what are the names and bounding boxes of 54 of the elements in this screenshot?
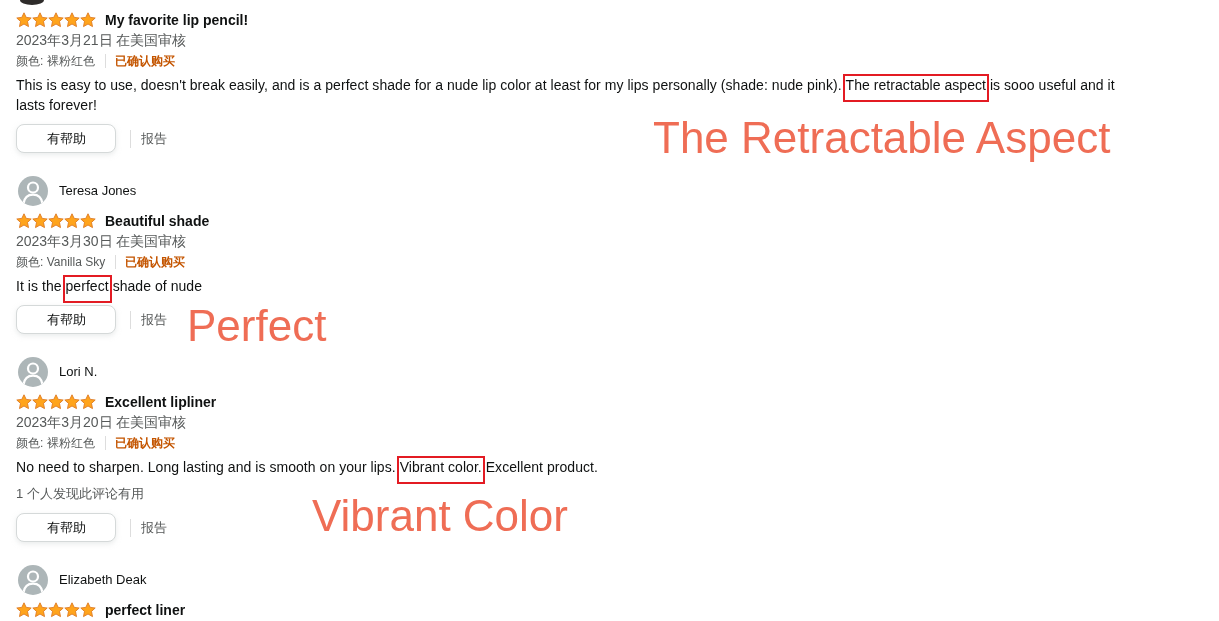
star-icon	[48, 602, 64, 618]
star-icon	[16, 12, 32, 28]
highlighted-phrase: The retractable aspect	[842, 74, 989, 102]
star-icon	[16, 602, 32, 618]
avatar-icon	[18, 565, 48, 595]
review-title: perfect liner	[105, 601, 186, 619]
avatar-icon	[18, 357, 48, 387]
star-icon	[64, 12, 80, 28]
annotation-label: The Retractable Aspect	[653, 116, 1111, 160]
helpful-button[interactable]: 有帮助	[16, 124, 116, 153]
review-date: 2023年3月20日 在美国审核	[16, 413, 188, 432]
star-icon	[32, 602, 48, 618]
star-icon	[48, 12, 64, 28]
review-date: 2023年3月21日 在美国审核	[16, 31, 188, 50]
review-title: My favorite lip pencil!	[105, 11, 249, 29]
helpful-button[interactable]: 有帮助	[16, 305, 116, 334]
report-link[interactable]: 报告	[141, 129, 167, 148]
variant-label: 颜色: Vanilla Sky	[16, 254, 106, 271]
star-icon	[32, 394, 48, 410]
reviewer-name: Lori N.	[59, 363, 98, 381]
star-icon	[64, 213, 80, 229]
verified-purchase-label: 已确认购买	[114, 435, 175, 452]
reviewer-name: Teresa Jones	[59, 182, 137, 200]
star-icon	[32, 12, 48, 28]
verified-purchase-label: 已确认购买	[114, 53, 175, 70]
star-icon	[80, 602, 96, 618]
variant-label: 颜色: 裸粉红色	[16, 53, 95, 70]
star-icon	[48, 394, 64, 410]
annotation-label: Vibrant Color	[312, 494, 568, 538]
highlighted-phrase: Vibrant color.	[396, 456, 485, 484]
helpful-count: 1 个人发现此评论有用	[16, 485, 145, 503]
verified-purchase-label: 已确认购买	[125, 254, 186, 271]
review-text: This is easy to use, doesn't break easily, and is a perfect shade for a nude lip color at least for my lips personally (shade: nude pink). The retractable aspect is sooo useful and it lasts forever!	[16, 75, 1141, 115]
star-icon	[48, 213, 64, 229]
star-icon	[64, 602, 80, 618]
review-date: 2023年3月30日 在美国审核	[16, 232, 188, 251]
star-icon	[80, 213, 96, 229]
variant-label: 颜色: 裸粉红色	[16, 435, 95, 452]
helpful-button[interactable]: 有帮助	[16, 513, 116, 542]
highlighted-phrase: perfect	[62, 275, 112, 303]
review-title: Beautiful shade	[105, 212, 210, 230]
annotation-label: Perfect	[187, 304, 327, 348]
report-link[interactable]: 报告	[141, 518, 167, 537]
review-title: Excellent lipliner	[105, 393, 217, 411]
star-icon	[16, 213, 32, 229]
star-icon	[16, 394, 32, 410]
star-icon	[80, 12, 96, 28]
avatar-photo	[20, 0, 44, 5]
reviewer-name: Elizabeth Deak	[59, 571, 147, 589]
star-icon	[80, 394, 96, 410]
star-icon	[32, 213, 48, 229]
avatar-icon	[18, 176, 48, 206]
star-icon	[64, 394, 80, 410]
report-link[interactable]: 报告	[141, 310, 167, 329]
